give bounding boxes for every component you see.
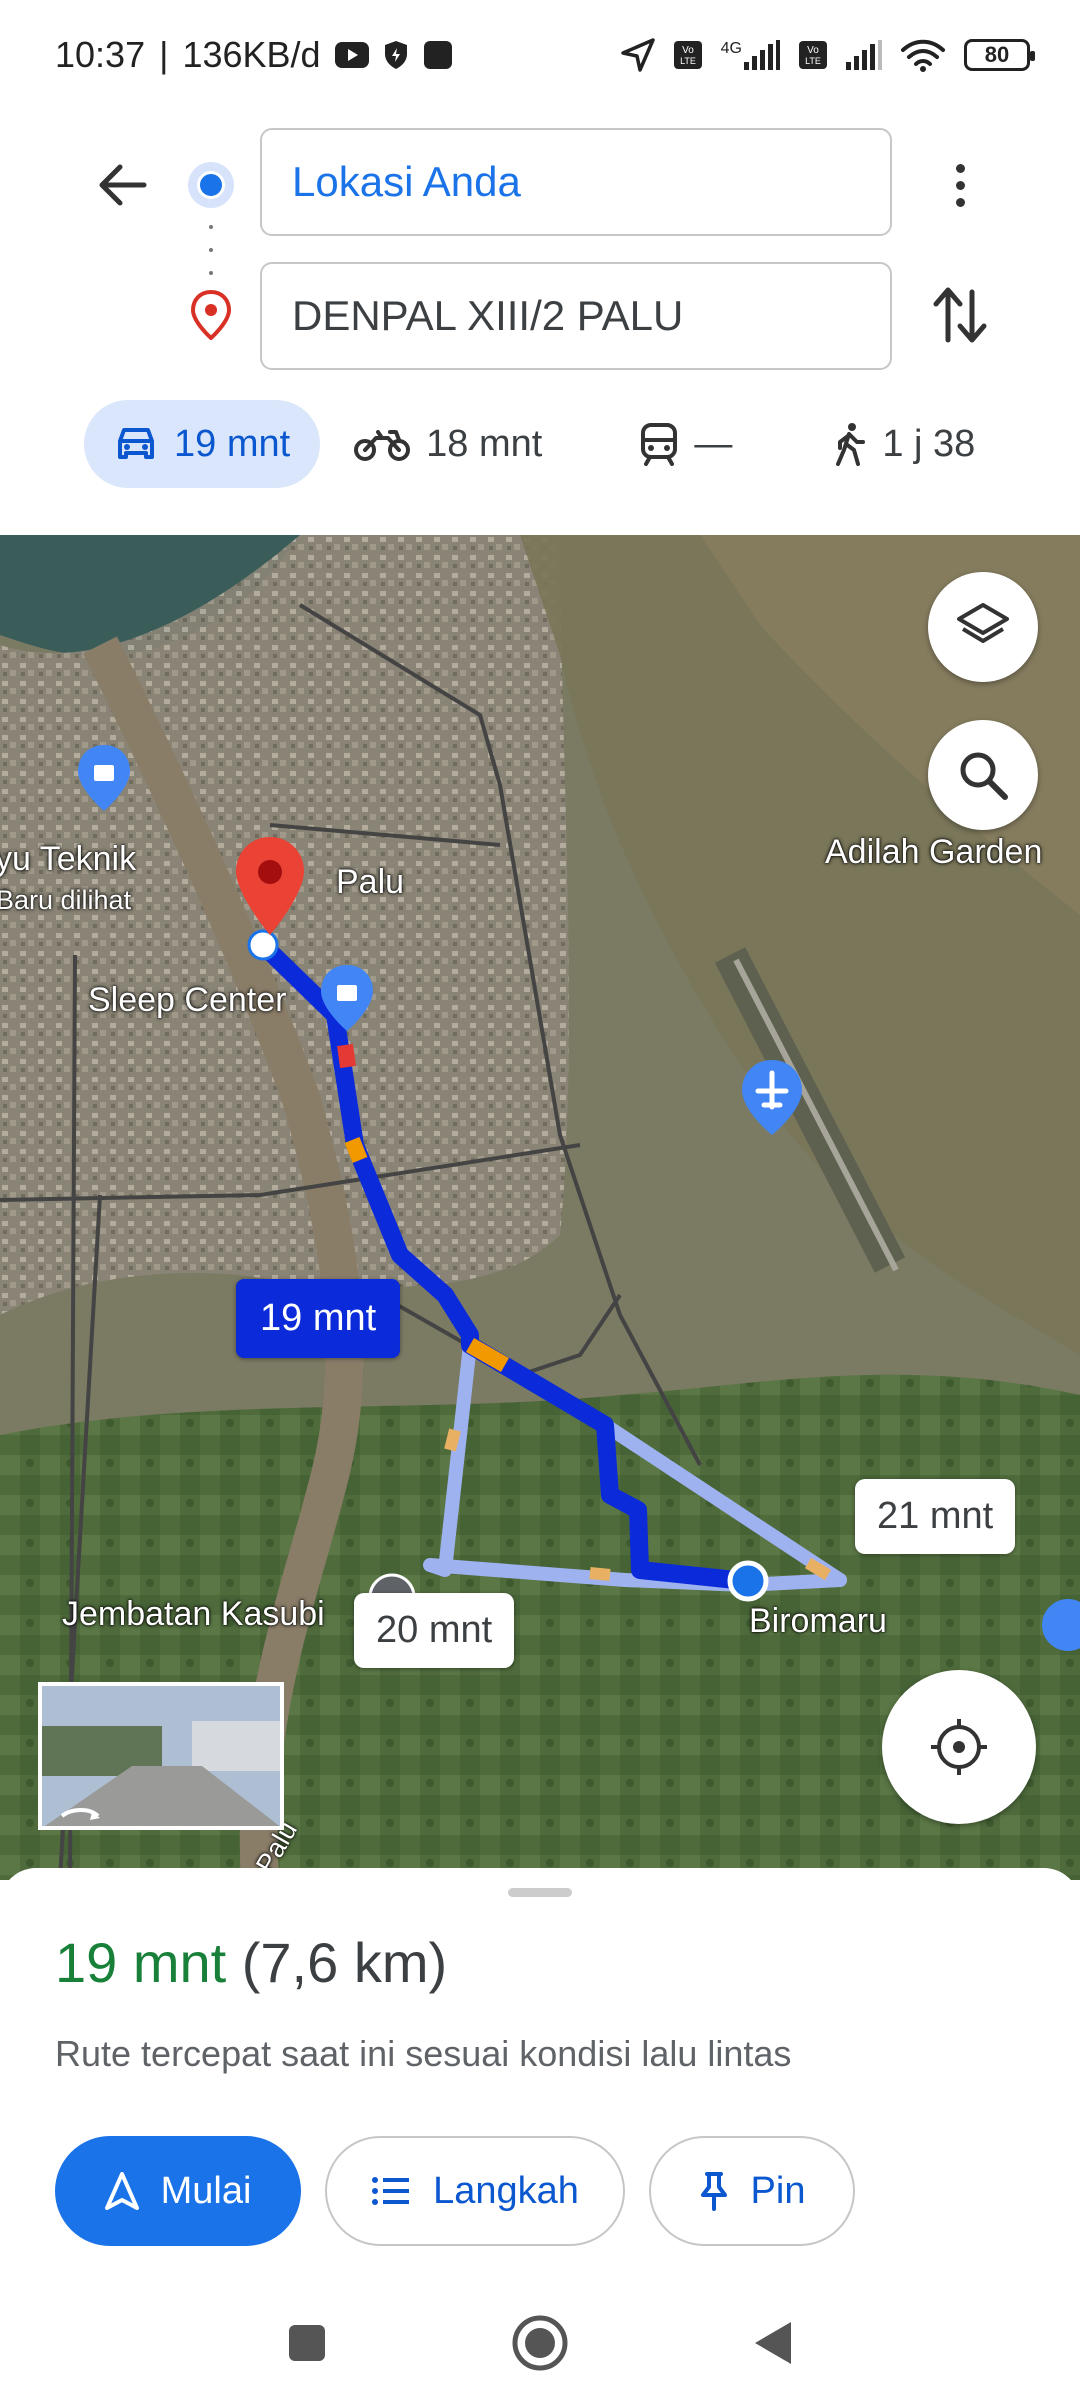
layers-icon xyxy=(957,603,1009,643)
mode-car-label: 19 mnt xyxy=(174,422,291,465)
motorcycle-icon xyxy=(354,430,411,461)
origin-input[interactable]: Lokasi Anda xyxy=(260,128,892,236)
map-label-adilah-garden[interactable]: Adilah Garden xyxy=(825,833,1042,872)
mode-car[interactable]: 19 mnt xyxy=(84,400,321,488)
shield-icon xyxy=(384,41,407,69)
directions-header: Lokasi Anda DENPAL XIII/2 PALU 19 mnt 18… xyxy=(0,110,1080,530)
steps-button[interactable]: Langkah xyxy=(325,2136,625,2246)
back-button[interactable] xyxy=(88,150,158,220)
layers-button[interactable] xyxy=(928,572,1038,682)
pin-button-label: Pin xyxy=(750,2169,806,2212)
action-buttons: Mulai Langkah Pin xyxy=(55,2136,855,2246)
youtube-icon xyxy=(334,42,369,68)
status-time: 10:37 xyxy=(55,34,146,75)
network-type-label: 4G xyxy=(720,40,742,57)
route-subtitle: Rute tercepat saat ini sesuai kondisi la… xyxy=(55,2033,792,2074)
map-view[interactable]: yu Teknik Baru dilihat Palu Sleep Center… xyxy=(0,535,1080,1880)
svg-text:Vo: Vo xyxy=(682,45,694,56)
signal-4g: 4G xyxy=(721,40,780,70)
map-label-teknik-sub: Baru dilihat xyxy=(0,885,132,915)
swap-vertical-icon xyxy=(933,287,987,343)
list-icon xyxy=(372,2177,410,2205)
more-options-button[interactable] xyxy=(930,150,990,220)
eta-main-route[interactable]: 19 mnt xyxy=(236,1279,401,1358)
recents-button[interactable] xyxy=(272,2308,342,2378)
status-bar: 10:37 | 136KB/d Vo LTE 4G Vo LTE 80 xyxy=(0,0,1080,110)
drag-handle[interactable] xyxy=(508,1888,572,1897)
svg-text:Vo: Vo xyxy=(807,45,819,56)
eta-alt-route-1[interactable]: 21 mnt xyxy=(855,1479,1016,1554)
street-view-image xyxy=(42,1686,280,1826)
location-arrow-icon xyxy=(620,38,655,72)
start-button-label: Mulai xyxy=(160,2169,252,2212)
origin-dot-icon xyxy=(188,162,234,208)
train-icon xyxy=(641,423,678,466)
battery-level: 80 xyxy=(984,42,1010,67)
mode-motorcycle[interactable]: 18 mnt xyxy=(324,400,572,488)
route-summary: 19 mnt (7,6 km) xyxy=(55,1930,447,1995)
pushpin-icon xyxy=(700,2172,727,2211)
mode-walk[interactable]: 1 j 38 xyxy=(802,400,1005,488)
map-label-teknik[interactable]: yu Teknik xyxy=(0,840,136,879)
circle-home-icon xyxy=(512,2315,568,2371)
square-icon xyxy=(289,2325,325,2361)
signal-icon xyxy=(744,40,780,70)
my-location-button[interactable] xyxy=(882,1670,1036,1824)
map-label-biromaru[interactable]: Biromaru xyxy=(749,1602,887,1641)
start-button[interactable]: Mulai xyxy=(55,2136,301,2246)
route-summary-sheet: 19 mnt (7,6 km) Rute tercepat saat ini s… xyxy=(0,1868,1080,2288)
status-separator: | xyxy=(159,34,169,75)
app-square-icon xyxy=(423,41,452,69)
navigation-arrow-icon xyxy=(104,2172,139,2210)
mode-transit-label: — xyxy=(694,422,733,465)
car-icon xyxy=(118,428,154,459)
steps-button-label: Langkah xyxy=(433,2169,579,2212)
crosshair-icon xyxy=(931,1719,987,1775)
search-icon xyxy=(960,752,1008,800)
svg-text:LTE: LTE xyxy=(805,56,821,66)
street-view-thumbnail[interactable] xyxy=(38,1682,284,1830)
battery-indicator: 80 xyxy=(964,39,1035,71)
search-map-button[interactable] xyxy=(928,720,1038,830)
home-button[interactable] xyxy=(505,2308,575,2378)
map-label-sleep-center[interactable]: Sleep Center xyxy=(88,981,286,1020)
svg-text:LTE: LTE xyxy=(680,56,696,66)
signal-icon-2 xyxy=(846,40,882,70)
eta-alt-route-2[interactable]: 20 mnt xyxy=(354,1593,515,1668)
map-label-palu[interactable]: Palu xyxy=(336,863,404,902)
pin-button[interactable]: Pin xyxy=(649,2136,855,2246)
route-duration: 19 mnt xyxy=(55,1931,227,1994)
destination-input[interactable]: DENPAL XIII/2 PALU xyxy=(260,262,892,370)
wifi-icon xyxy=(901,39,945,72)
volte-icon-2: VoLTE xyxy=(799,41,827,69)
walk-icon xyxy=(836,423,866,466)
destination-pin-icon xyxy=(190,290,232,340)
mode-transit[interactable]: — xyxy=(610,400,762,488)
travel-modes: 19 mnt 18 mnt — 1 j 38 xyxy=(84,400,1005,488)
map-label-jembatan-kasubi[interactable]: Jembatan Kasubi xyxy=(62,1595,325,1634)
arrow-left-icon xyxy=(99,164,147,206)
status-data-rate: 136KB/d xyxy=(182,34,321,75)
satellite-map xyxy=(0,535,1080,1880)
triangle-back-icon xyxy=(755,2322,791,2364)
system-navigation-bar xyxy=(0,2288,1080,2400)
volte-icon: VoLTE xyxy=(673,41,702,69)
route-distance: (7,6 km) xyxy=(241,1931,448,1994)
mode-motorcycle-label: 18 mnt xyxy=(426,422,543,465)
connector-dots-icon xyxy=(209,225,213,275)
mode-walk-label: 1 j 38 xyxy=(882,422,976,465)
back-nav-button[interactable] xyxy=(738,2308,808,2378)
swap-button[interactable] xyxy=(930,280,990,350)
